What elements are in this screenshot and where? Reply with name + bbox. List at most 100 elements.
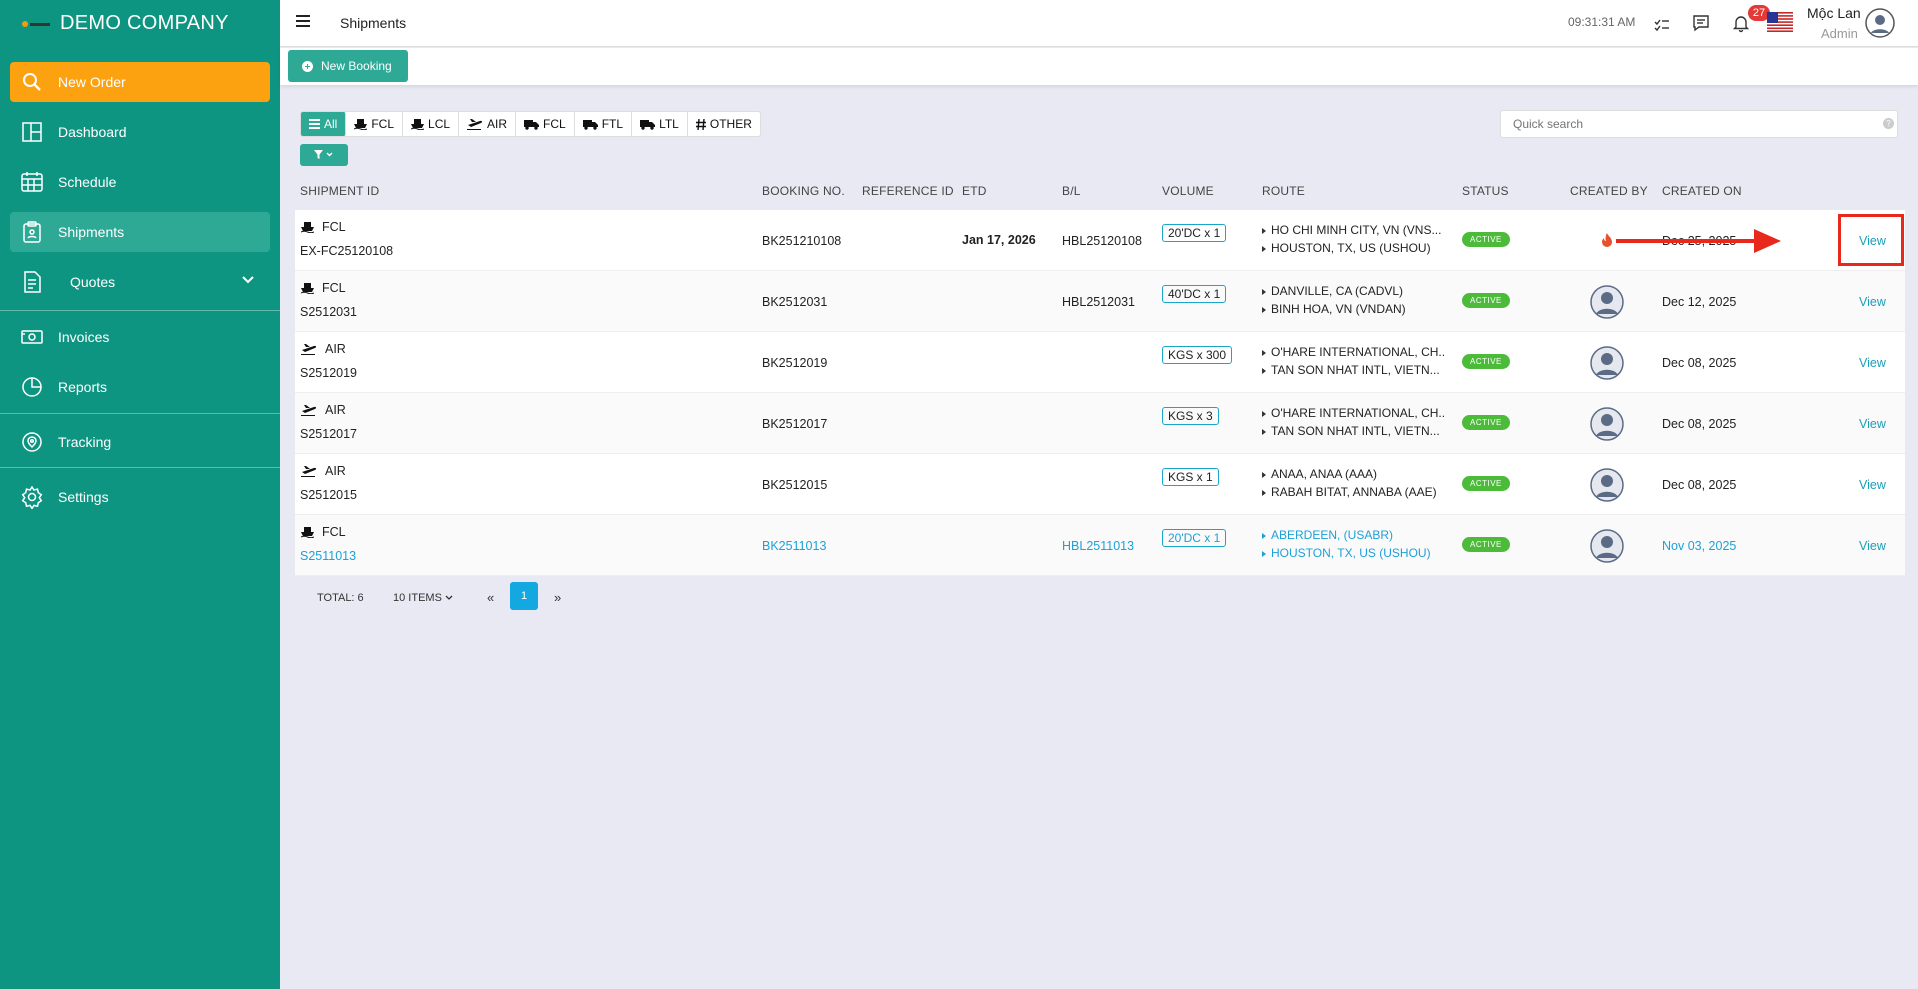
column-header-booking-no[interactable]: BOOKING NO.	[762, 184, 845, 198]
view-link[interactable]: View	[1859, 295, 1886, 309]
sidebar-item-label: Reports	[58, 379, 108, 395]
calendar-icon	[21, 172, 43, 192]
new-booking-button[interactable]: New Booking	[288, 50, 408, 82]
table-row[interactable]: AIR S2512015 BK2512015 KGS x 1 ANAA, ANA…	[295, 454, 1905, 515]
route-origin: O'HARE INTERNATIONAL, CH...	[1262, 345, 1446, 359]
shipment-id[interactable]: S2512031	[300, 305, 357, 319]
column-header-created-by[interactable]: CREATED BY	[1570, 184, 1648, 198]
column-header-route[interactable]: ROUTE	[1262, 184, 1305, 198]
column-header-bl[interactable]: B/L	[1062, 184, 1081, 198]
chat-icon[interactable]	[1691, 13, 1711, 33]
route-origin: DANVILLE, CA (CADVL)	[1262, 284, 1446, 298]
search-icon	[23, 73, 41, 91]
task-list-icon[interactable]	[1652, 13, 1672, 33]
table-row[interactable]: FCL S2511013 BK2511013 HBL2511013 20'DC …	[295, 515, 1905, 576]
created-on: Dec 08, 2025	[1662, 417, 1737, 431]
plus-icon	[302, 60, 313, 72]
tab-label: LTL	[659, 117, 679, 131]
ship-icon	[301, 527, 314, 538]
booking-no[interactable]: BK2512019	[762, 356, 827, 370]
sidebar-item-quotes[interactable]: Quotes	[10, 262, 270, 302]
ship-icon	[301, 283, 314, 294]
tab-ftl[interactable]: FTL	[575, 112, 633, 136]
filter-button[interactable]	[300, 144, 348, 166]
sidebar-divider	[0, 467, 280, 468]
booking-no[interactable]: BK251210108	[762, 234, 841, 248]
tab-fcl[interactable]: FCL	[346, 112, 404, 136]
status-badge: ACTIVE	[1462, 415, 1510, 430]
brand[interactable]: DEMO COMPANY	[0, 0, 280, 46]
bl-number[interactable]: HBL2511013	[1062, 539, 1134, 553]
booking-no[interactable]: BK2512015	[762, 478, 827, 492]
tab-label: All	[324, 117, 338, 131]
booking-no[interactable]: BK2512031	[762, 295, 827, 309]
shipment-id[interactable]: S2512015	[300, 488, 357, 502]
sidebar-item-dashboard[interactable]: Dashboard	[10, 112, 270, 152]
table-row[interactable]: AIR S2512019 BK2512019 KGS x 300 O'HARE …	[295, 332, 1905, 393]
column-header-volume[interactable]: VOLUME	[1162, 184, 1214, 198]
table-row[interactable]: FCL S2512031 BK2512031 HBL2512031 40'DC …	[295, 271, 1905, 332]
tab-air[interactable]: AIR	[459, 112, 517, 136]
view-link[interactable]: View	[1859, 417, 1886, 431]
dashboard-icon	[22, 122, 42, 142]
user-name[interactable]: Mộc Lan	[1807, 5, 1861, 21]
sidebar-item-shipments[interactable]: Shipments	[10, 212, 270, 252]
mode-cell: FCL	[301, 525, 346, 539]
view-link[interactable]: View	[1859, 478, 1886, 492]
user-avatar[interactable]	[1865, 8, 1895, 38]
shipment-id[interactable]: S2512017	[300, 427, 357, 441]
mode-label: FCL	[322, 281, 346, 295]
page-1-button[interactable]: 1	[510, 582, 538, 610]
booking-no[interactable]: BK2511013	[762, 539, 826, 553]
sidebar-item-label: Tracking	[58, 434, 112, 450]
view-link[interactable]: View	[1859, 539, 1886, 553]
sidebar-item-tracking[interactable]: Tracking	[10, 422, 270, 462]
column-header-etd[interactable]: ETD	[962, 184, 987, 198]
mode-cell: FCL	[301, 281, 346, 295]
items-per-page-select[interactable]: 10 ITEMS	[393, 592, 453, 604]
tab-label: FCL	[371, 117, 395, 131]
chevron-down-icon	[445, 595, 453, 600]
route-destination: TAN SON NHAT INTL, VIETN...	[1262, 363, 1446, 377]
tab-ltl[interactable]: LTL	[632, 112, 688, 136]
status-badge: ACTIVE	[1462, 354, 1510, 369]
sidebar-item-new-order[interactable]: New Order	[10, 62, 270, 102]
sidebar-item-label: Invoices	[58, 329, 110, 345]
booking-no[interactable]: BK2512017	[762, 417, 827, 431]
shipment-id[interactable]: EX-FC25120108	[300, 244, 393, 258]
bl-number[interactable]: HBL2512031	[1062, 295, 1135, 309]
prev-page-button[interactable]: «	[487, 590, 494, 605]
column-header-status[interactable]: STATUS	[1462, 184, 1509, 198]
view-link[interactable]: View	[1859, 356, 1886, 370]
sidebar-item-settings[interactable]: Settings	[10, 477, 270, 517]
mode-label: AIR	[325, 403, 346, 417]
column-header-shipment-id[interactable]: SHIPMENT ID	[300, 184, 379, 198]
tab-other[interactable]: OTHER	[688, 112, 760, 136]
hash-icon	[695, 118, 706, 130]
tab-all[interactable]: All	[301, 112, 347, 136]
column-header-reference-id[interactable]: REFERENCE ID	[862, 184, 954, 198]
tab-fcl-truck[interactable]: FCL	[516, 112, 575, 136]
plane-icon	[301, 405, 317, 416]
table-row[interactable]: AIR S2512017 BK2512017 KGS x 3 O'HARE IN…	[295, 393, 1905, 454]
sidebar-item-reports[interactable]: Reports	[10, 367, 270, 407]
quick-search-input[interactable]	[1500, 110, 1898, 138]
shipment-id[interactable]: S2512019	[300, 366, 357, 380]
created-on: Dec 08, 2025	[1662, 478, 1737, 492]
shipment-type-tabs: All FCL LCL AIR FCL FTL LTL OTHER	[300, 111, 761, 137]
action-bar: New Booking	[280, 48, 1918, 85]
us-flag-icon[interactable]	[1767, 12, 1793, 32]
sidebar-item-label: Shipments	[58, 224, 125, 240]
sidebar-item-schedule[interactable]: Schedule	[10, 162, 270, 202]
tab-label: FCL	[543, 117, 566, 131]
sidebar-item-invoices[interactable]: Invoices	[10, 317, 270, 357]
mode-cell: AIR	[301, 464, 346, 478]
tab-lcl[interactable]: LCL	[403, 112, 460, 136]
help-icon[interactable]: ?	[1883, 118, 1894, 129]
location-icon	[22, 432, 42, 452]
menu-icon[interactable]	[296, 15, 310, 27]
column-header-created-on[interactable]: CREATED ON	[1662, 184, 1742, 198]
shipment-id[interactable]: S2511013	[300, 549, 356, 563]
bl-number[interactable]: HBL25120108	[1062, 234, 1142, 248]
next-page-button[interactable]: »	[554, 590, 561, 605]
